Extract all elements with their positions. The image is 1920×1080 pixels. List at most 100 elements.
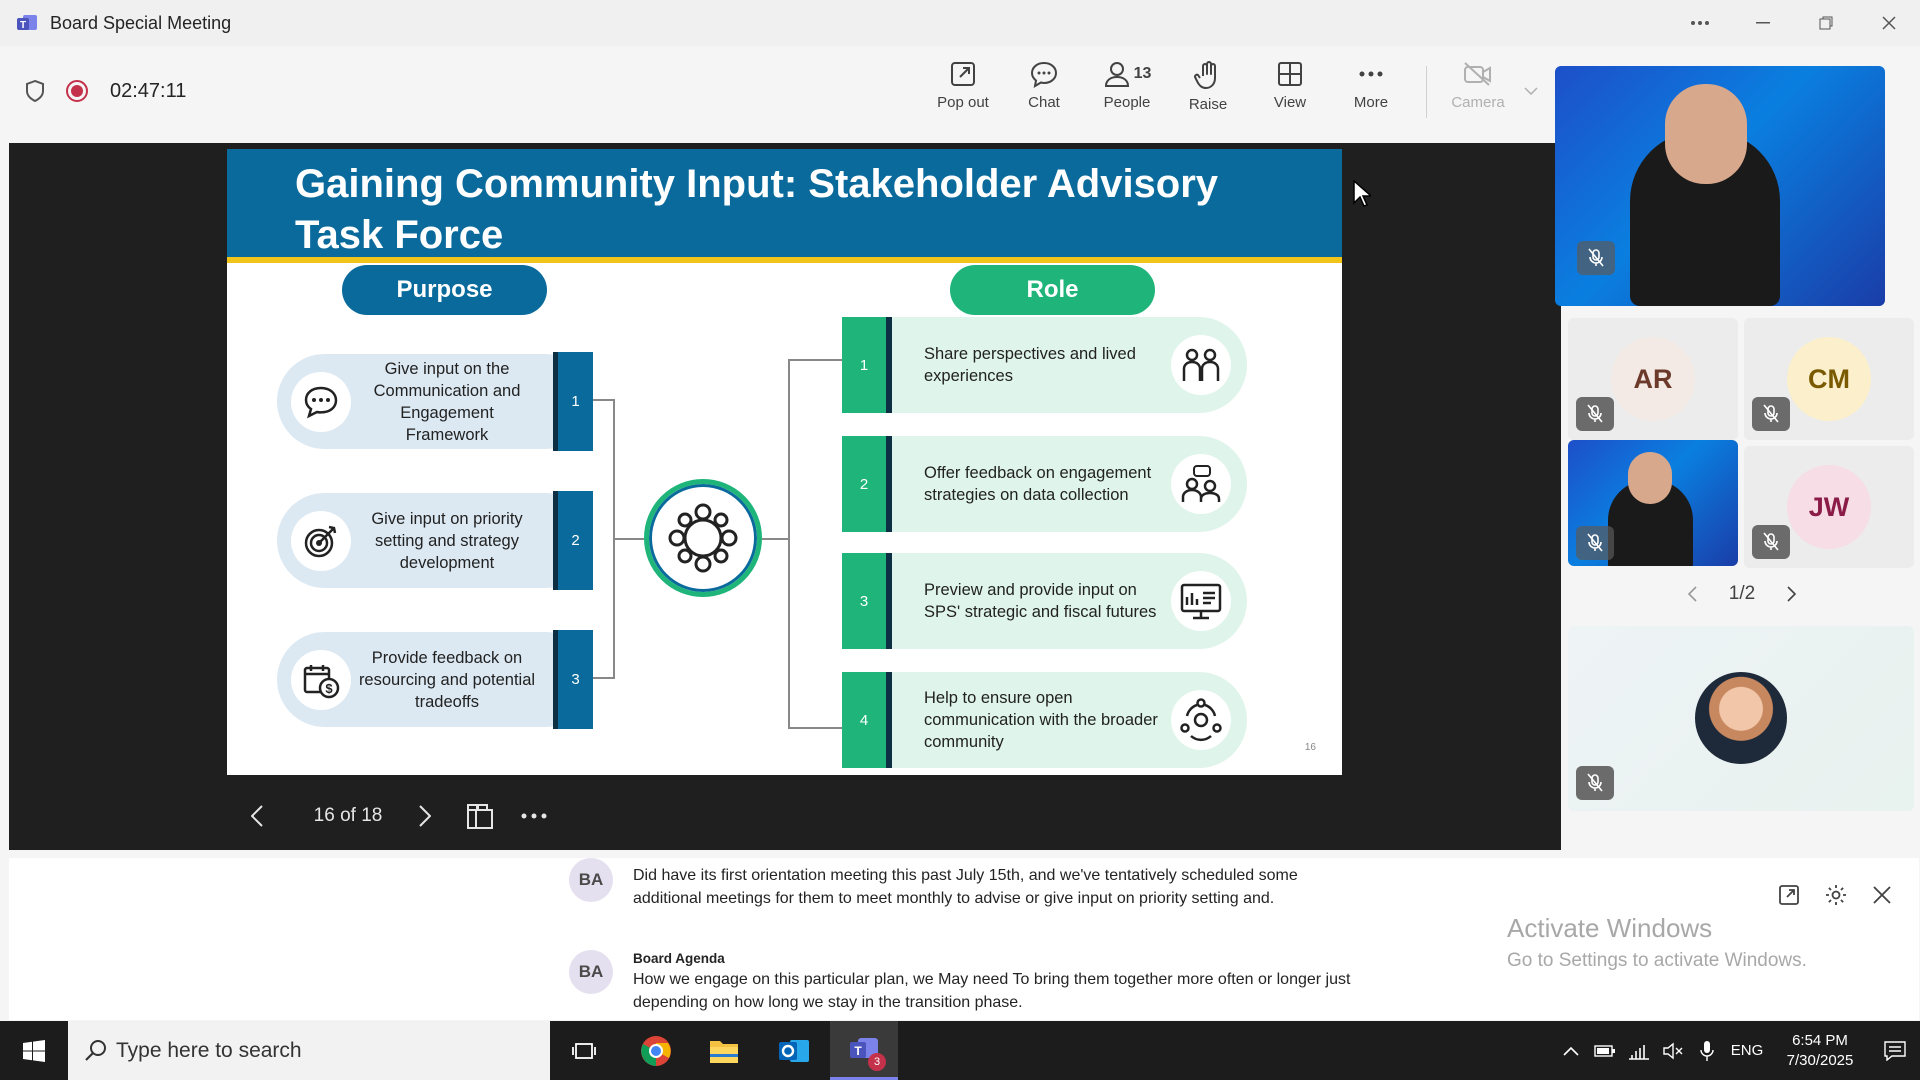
windows-start-icon[interactable] <box>0 1021 68 1080</box>
people-button[interactable]: 13 People <box>1092 60 1162 126</box>
notifications-icon[interactable] <box>1870 1021 1920 1080</box>
network-icon[interactable] <box>1622 1021 1656 1080</box>
slide-grid-icon[interactable] <box>462 792 498 840</box>
more-button[interactable]: More <box>1336 60 1406 126</box>
language-indicator[interactable]: ENG <box>1724 1021 1770 1080</box>
mouse-cursor-icon <box>1353 180 1371 208</box>
role-number-2: 2 <box>842 436 892 532</box>
pop-out-button[interactable]: Pop out <box>928 60 998 126</box>
recording-indicator-icon <box>64 78 90 104</box>
restore-button[interactable] <box>1794 0 1857 46</box>
raise-hand-button[interactable]: Raise <box>1173 60 1243 126</box>
volume-muted-icon[interactable] <box>1656 1021 1690 1080</box>
role-card-2: 2 Offer feedback on engagement strategie… <box>842 436 1247 532</box>
shared-slide: Gaining Community Input: Stakeholder Adv… <box>227 149 1342 775</box>
self-view-tile[interactable] <box>1568 626 1914 811</box>
gallery-prev-chevron-icon[interactable] <box>1687 586 1697 602</box>
role-card-4: 4 Help to ensure open communication with… <box>842 672 1247 768</box>
role-text-1: Share perspectives and lived experiences <box>924 345 1136 385</box>
avatar-ar: AR <box>1611 337 1695 421</box>
slide-counter: 16 of 18 <box>313 805 383 826</box>
slide-title: Gaining Community Input: Stakeholder Adv… <box>295 162 1219 257</box>
gallery-page-indicator: 1/2 <box>1728 583 1756 604</box>
search-icon <box>84 1038 108 1062</box>
people-talking-icon <box>1171 335 1231 395</box>
role-card-3: 3 Preview and provide input on SPS' stra… <box>842 553 1247 649</box>
purpose-heading: Purpose <box>342 265 547 315</box>
chrome-app-icon[interactable] <box>622 1021 690 1080</box>
task-view-icon[interactable] <box>550 1021 618 1080</box>
muted-mic-icon <box>1576 766 1614 800</box>
caption-speaker-avatar: BA <box>569 950 613 994</box>
file-explorer-icon[interactable] <box>690 1021 758 1080</box>
chat-button[interactable]: Chat <box>1009 60 1079 126</box>
role-connector <box>788 359 842 729</box>
hub-circle-icon <box>644 479 762 597</box>
close-window-button[interactable] <box>1857 0 1920 46</box>
view-button[interactable]: View <box>1255 60 1325 126</box>
role-number-1: 1 <box>842 317 892 413</box>
meeting-timer: 02:47:11 <box>110 80 187 102</box>
caption-speaker-name: Board Agenda <box>633 951 725 966</box>
camera-options-chevron-icon[interactable] <box>1520 80 1542 102</box>
battery-icon[interactable] <box>1588 1021 1622 1080</box>
svg-text:T: T <box>854 1044 862 1058</box>
purpose-text-2: Give input on priority setting and strat… <box>371 509 523 572</box>
window-title-bar: T Board Special Meeting <box>0 0 1920 46</box>
activate-windows-watermark: Activate Windows Go to Settings to activ… <box>1507 913 1807 972</box>
speech-bubble-icon <box>291 372 351 432</box>
slide-more-options-icon[interactable] <box>516 792 552 840</box>
slide-header: Gaining Community Input: Stakeholder Adv… <box>227 149 1342 263</box>
microphone-icon[interactable] <box>1690 1021 1724 1080</box>
system-tray: ENG 6:54 PM 7/30/2025 <box>1554 1021 1920 1080</box>
captions-popout-icon[interactable] <box>1772 878 1806 912</box>
outlook-app-icon[interactable] <box>760 1021 828 1080</box>
captions-settings-gear-icon[interactable] <box>1819 878 1853 912</box>
purpose-hub-link <box>615 538 645 540</box>
caption-speaker-avatar: BA <box>569 858 613 902</box>
next-slide-button[interactable] <box>408 792 442 840</box>
avatar-jw: JW <box>1787 465 1871 549</box>
purpose-number-3: 3 <box>553 630 593 729</box>
svg-text:$: $ <box>325 681 333 696</box>
active-speaker-video[interactable] <box>1555 66 1885 306</box>
minimize-button[interactable] <box>1731 0 1794 46</box>
window-more-icon[interactable] <box>1668 0 1731 46</box>
participant-tile-ar[interactable]: AR <box>1568 318 1738 440</box>
role-text-2: Offer feedback on engagement strategies … <box>924 464 1152 504</box>
purpose-text-1: Give input on the Communication and Enga… <box>373 359 521 444</box>
view-label: View <box>1273 94 1307 111</box>
gallery-pagination: 1/2 <box>1687 576 1797 612</box>
raise-label: Raise <box>1188 96 1228 113</box>
raise-hand-icon <box>1194 60 1222 90</box>
slide-page-number: 16 <box>1304 742 1316 753</box>
tray-chevron-up-icon[interactable] <box>1554 1021 1588 1080</box>
purpose-card-2: Give input on priority setting and strat… <box>277 491 593 590</box>
participant-tile-video[interactable] <box>1568 440 1738 566</box>
toolbar-divider <box>1426 66 1427 118</box>
role-hub-link <box>760 538 788 540</box>
participant-tile-cm[interactable]: CM <box>1744 318 1914 440</box>
clock[interactable]: 6:54 PM 7/30/2025 <box>1770 1021 1870 1080</box>
purpose-card-3: $ Provide feedback on resourcing and pot… <box>277 630 593 729</box>
captions-close-icon[interactable] <box>1865 878 1899 912</box>
participant-tile-jw[interactable]: JW <box>1744 446 1914 568</box>
camera-button[interactable]: Camera <box>1443 60 1513 126</box>
shield-icon[interactable] <box>22 78 48 104</box>
pop-out-icon <box>949 60 977 88</box>
watermark-line-2: Go to Settings to activate Windows. <box>1507 950 1807 971</box>
taskbar-search-box[interactable]: Type here to search <box>68 1021 550 1080</box>
svg-text:T: T <box>20 20 26 31</box>
slide-controls: 16 of 18 <box>240 792 570 840</box>
teams-taskbar-button[interactable]: T 3 <box>830 1021 898 1080</box>
purpose-card-1: Give input on the Communication and Enga… <box>277 352 593 451</box>
role-number-3: 3 <box>842 553 892 649</box>
gallery-next-chevron-icon[interactable] <box>1787 586 1797 602</box>
teams-notification-badge: 3 <box>868 1053 886 1071</box>
previous-slide-button[interactable] <box>240 792 274 840</box>
purpose-number-1: 1 <box>553 352 593 451</box>
windows-taskbar: Type here to search T 3 ENG 6:54 PM 7/30… <box>0 1021 1920 1080</box>
role-text-3: Preview and provide input on SPS' strate… <box>924 581 1157 621</box>
camera-label: Camera <box>1451 94 1505 111</box>
clock-time: 6:54 PM <box>1792 1031 1848 1049</box>
